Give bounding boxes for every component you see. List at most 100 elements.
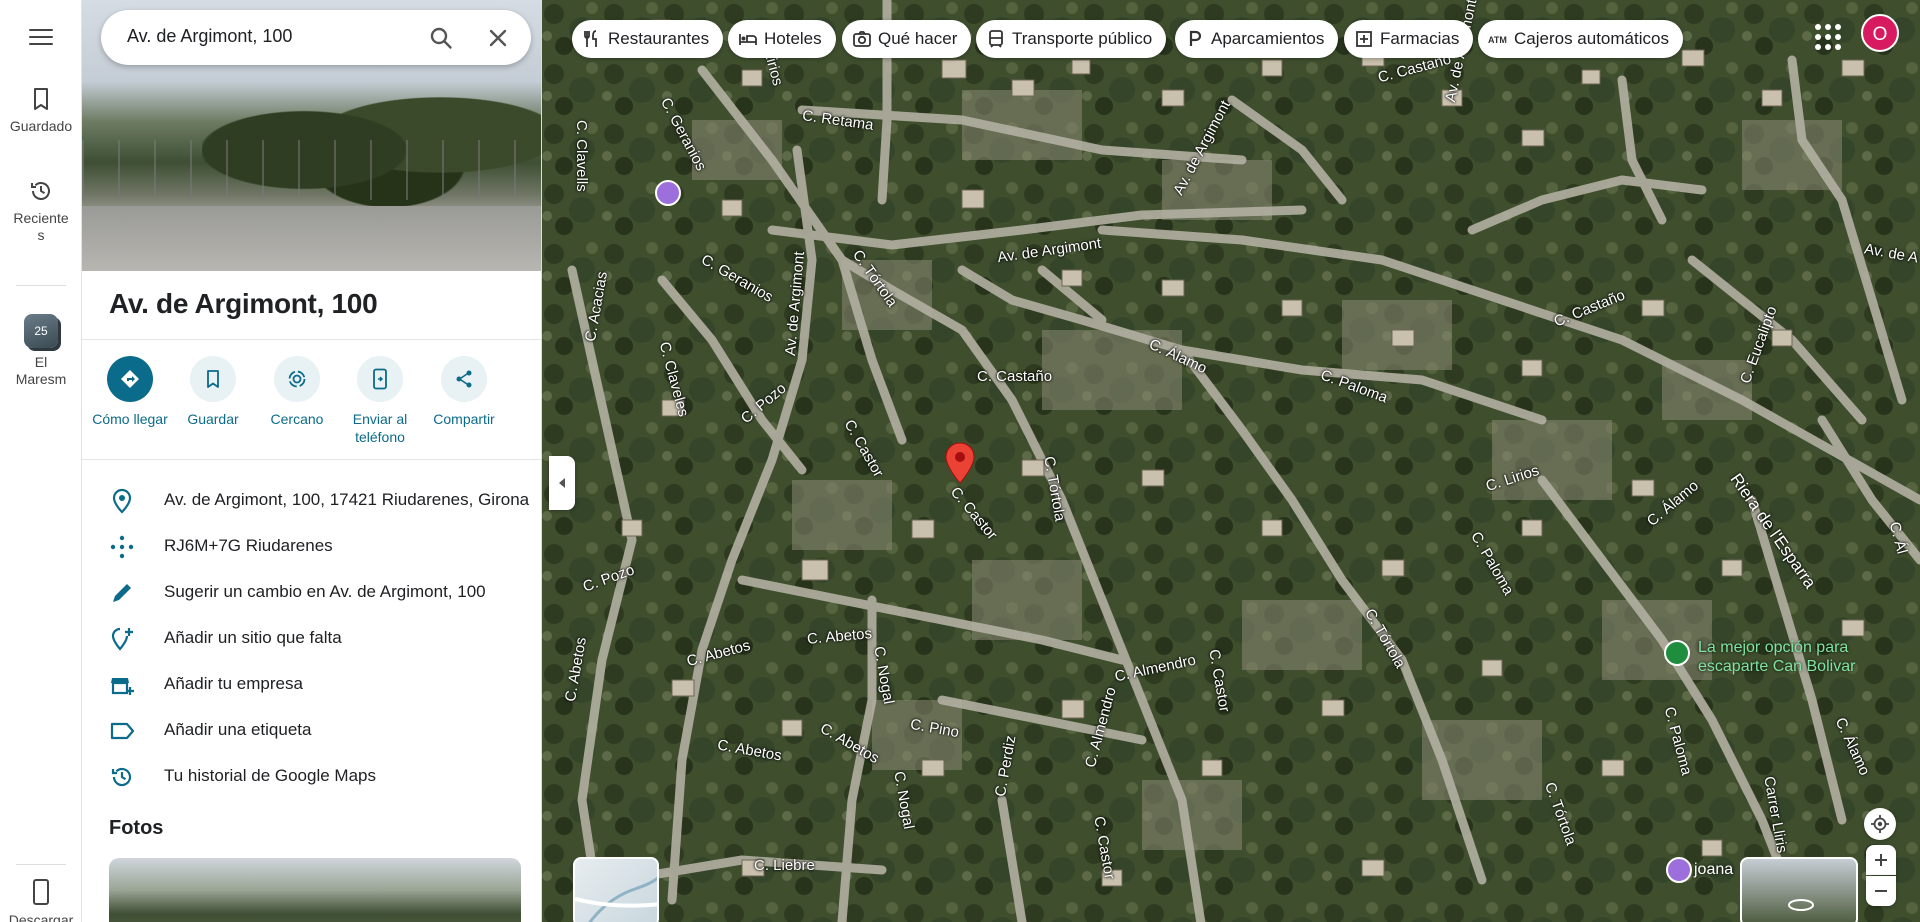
location-pin-icon[interactable] (945, 442, 975, 484)
chip-hotels[interactable]: Hoteles (728, 20, 836, 58)
chip-label: Hoteles (764, 29, 822, 48)
search-input[interactable] (127, 26, 417, 47)
chip-label: Cajeros automáticos (1514, 29, 1669, 48)
save-button[interactable]: Guardar (171, 356, 255, 428)
collapse-panel-button[interactable] (549, 456, 575, 510)
add-missing-place-text: Añadir un sitio que falta (164, 628, 342, 647)
close-icon[interactable] (485, 25, 511, 51)
street-label: C. Clavells (573, 120, 590, 192)
left-rail: Guardado Reciente s 25 El Maresm Descarg… (0, 0, 82, 922)
maps-history-row[interactable]: Tu historial de Google Maps (82, 753, 541, 799)
apps-grid-icon[interactable] (1811, 20, 1841, 50)
recent-place-label-1: El (34, 354, 48, 370)
minus-icon (1875, 890, 1887, 892)
plus-code-row[interactable]: RJ6M+7G Riudarenes (82, 523, 541, 569)
divider (82, 339, 541, 340)
map-imagery (542, 0, 1920, 922)
share-button[interactable]: Compartir (422, 356, 506, 428)
rail-divider (16, 285, 66, 286)
suggest-edit-row[interactable]: Sugerir un cambio en Av. de Argimont, 10… (82, 569, 541, 615)
chip-transit[interactable]: Transporte público (976, 20, 1167, 58)
send-to-phone-button[interactable]: Enviar al teléfono (338, 356, 422, 446)
rail-recents-label-2: s (37, 227, 45, 243)
send-to-phone-icon (373, 368, 387, 390)
poi-green-marker[interactable] (1664, 640, 1690, 666)
rail-recent-place[interactable]: 25 El Maresm (0, 314, 82, 388)
plus-code-icon (110, 535, 134, 559)
save-label: Guardar (187, 411, 239, 427)
rail-saved[interactable]: Guardado (0, 86, 82, 135)
atm-icon: ATM (1488, 35, 1507, 45)
poi-joana-marker[interactable] (1666, 857, 1692, 883)
search-icon[interactable] (428, 25, 454, 51)
add-label-row[interactable]: Añadir una etiqueta (82, 707, 541, 753)
send-to-phone-label-1: Enviar al (352, 411, 408, 427)
restaurant-icon (584, 30, 597, 47)
address-text: Av. de Argimont, 100, 17421 Riudarenes, … (164, 490, 530, 509)
nearby-icon (288, 370, 306, 388)
camera-icon (853, 31, 871, 47)
chip-label: Aparcamientos (1211, 29, 1325, 48)
bookmark-icon (34, 88, 48, 110)
address-row[interactable]: Av. de Argimont, 100, 17421 Riudarenes, … (82, 477, 541, 523)
svg-text:ATM: ATM (1488, 35, 1507, 45)
zoom-in-button[interactable] (1866, 845, 1896, 875)
chip-things-to-do[interactable]: Qué hacer (842, 20, 972, 58)
my-location-button[interactable] (1864, 808, 1896, 840)
map-layer-preview (575, 876, 657, 922)
location-pin-icon (112, 488, 132, 514)
chip-label: Farmacias (1380, 29, 1460, 48)
hero-fence (82, 140, 541, 200)
divider (82, 459, 541, 460)
menu-icon[interactable] (25, 24, 57, 50)
photo-thumbnail[interactable] (109, 858, 521, 922)
chip-atm[interactable]: ATM Cajeros automáticos (1478, 20, 1683, 58)
chip-label: Restaurantes (608, 29, 710, 48)
phone-icon (33, 879, 49, 905)
pharmacy-icon (1356, 31, 1372, 47)
street-view-preview[interactable] (1740, 857, 1858, 922)
chip-label: Transporte público (1012, 29, 1153, 48)
add-label-text: Añadir una etiqueta (164, 720, 312, 739)
poi-green-label[interactable]: La mejor opción para escaparte Can Boliv… (1698, 638, 1855, 676)
maps-history-text: Tu historial de Google Maps (164, 766, 376, 785)
poi-green-label-line2: escaparte Can Bolivar (1698, 658, 1856, 675)
zoom-out-button[interactable] (1866, 876, 1896, 906)
action-bar: Cómo llegar Guardar Cercano Enviar al te… (82, 356, 541, 446)
chip-pharmacies[interactable]: Farmacias (1344, 20, 1474, 58)
share-label: Compartir (433, 411, 495, 427)
nearby-button[interactable]: Cercano (255, 356, 339, 428)
layers-toggle[interactable] (573, 857, 659, 922)
chip-restaurants[interactable]: Restaurantes (572, 20, 724, 58)
rail-recents-label-1: Reciente (13, 210, 69, 226)
directions-label: Cómo llegar (92, 411, 168, 427)
add-place-icon (111, 627, 133, 651)
history-icon (111, 767, 132, 787)
add-missing-place-row[interactable]: Añadir un sitio que falta (82, 615, 541, 661)
pencil-icon (113, 584, 131, 602)
rail-recents[interactable]: Reciente s (0, 178, 82, 244)
rail-download-label: Descargar (8, 912, 74, 922)
bookmark-icon (207, 370, 219, 388)
label-icon (110, 722, 135, 740)
chip-parking[interactable]: Aparcamientos (1175, 20, 1339, 58)
satellite-map[interactable]: C. Clavells C. Geranios C. Retama C. Lir… (542, 0, 1920, 922)
add-business-icon (111, 678, 134, 695)
rail-download[interactable]: Descargar (0, 878, 82, 922)
hero-sidewalk (82, 206, 541, 271)
poi-purple-marker[interactable] (655, 180, 681, 206)
poi-joana-label[interactable]: joana (1694, 861, 1733, 879)
parking-icon (1189, 30, 1202, 46)
suggest-edit-text: Sugerir un cambio en Av. de Argimont, 10… (164, 582, 486, 601)
nearby-label: Cercano (270, 411, 324, 427)
chip-label: Qué hacer (878, 29, 958, 48)
recent-place-label-2: Maresm (15, 371, 67, 387)
avatar[interactable]: O (1861, 14, 1899, 52)
search-box (101, 10, 531, 65)
rail-divider-bottom (16, 864, 66, 865)
add-business-row[interactable]: Añadir tu empresa (82, 661, 541, 707)
street-label: C. Castaño (977, 368, 1053, 385)
plus-code-text: RJ6M+7G Riudarenes (164, 536, 333, 555)
directions-button[interactable]: Cómo llegar (88, 356, 172, 428)
history-icon (31, 182, 50, 200)
